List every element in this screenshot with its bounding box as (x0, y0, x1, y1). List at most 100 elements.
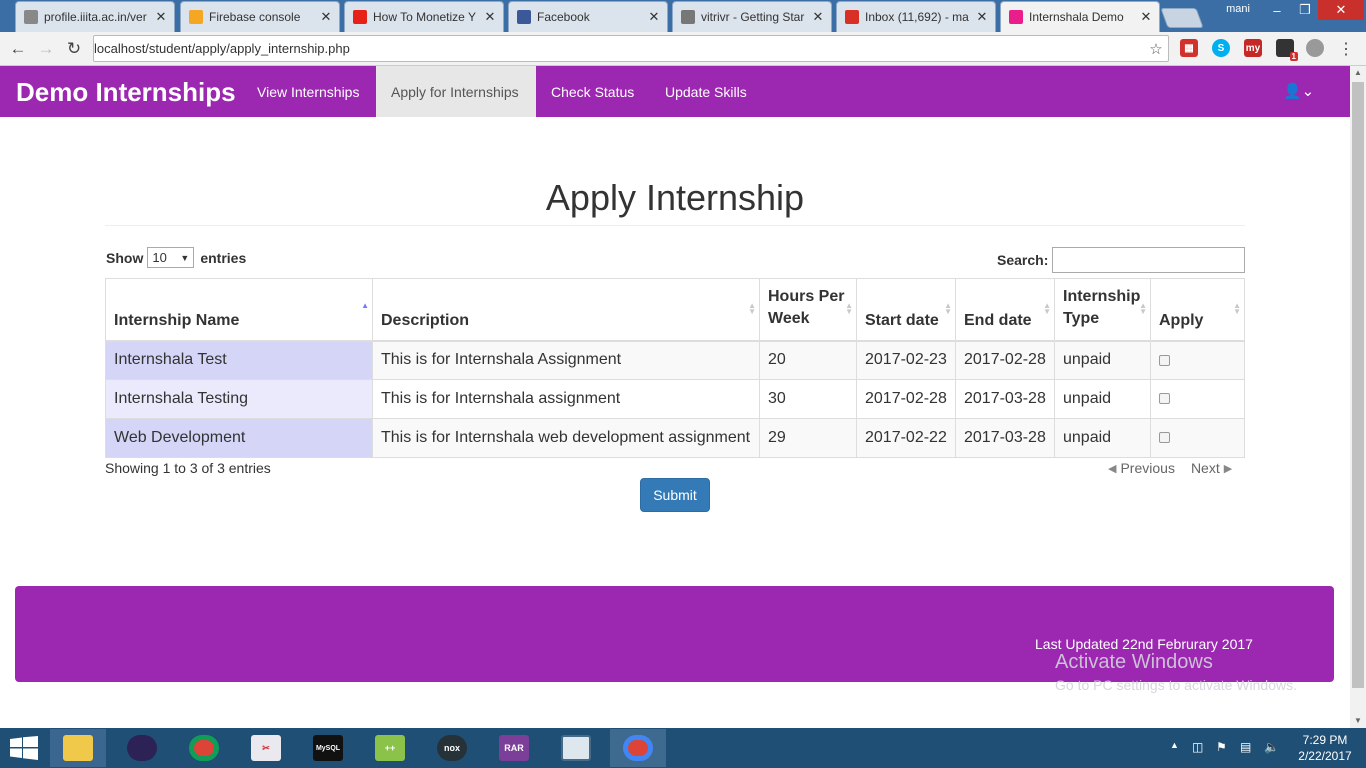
address-url[interactable]: localhost/student/apply/apply_internship… (94, 41, 1144, 56)
nav-update-skills[interactable]: Update Skills (650, 66, 762, 117)
cell-end-date: 2017-03-28 (955, 379, 1055, 419)
apply-checkbox[interactable] (1159, 354, 1170, 366)
taskbar-chrome-active[interactable] (610, 729, 666, 767)
cell-type: unpaid (1054, 379, 1151, 419)
cell-end-date: 2017-03-28 (955, 418, 1055, 458)
restore-window-icon[interactable]: ❐ (1292, 0, 1318, 20)
notepad-icon: ++ (375, 735, 405, 761)
previous-page-link[interactable]: Previous (1120, 460, 1174, 476)
previous-arrow-icon[interactable]: ◀ (1108, 462, 1116, 475)
taskbar-mysql[interactable]: MySQL (300, 729, 356, 767)
search-input[interactable] (1052, 247, 1246, 273)
minimize-window-icon[interactable]: – (1262, 0, 1292, 20)
site-brand[interactable]: Demo Internships (16, 77, 236, 108)
close-tab-icon[interactable]: ✕ (483, 9, 497, 25)
taskbar-snipping-tool[interactable]: ✂ (238, 729, 294, 767)
nav-view-internships[interactable]: View Internships (242, 66, 374, 117)
tray-volume-icon[interactable]: 🔈 (1264, 740, 1279, 754)
browser-tab[interactable]: Firebase console ✕ (180, 1, 340, 32)
nav-check-status[interactable]: Check Status (536, 66, 649, 117)
browser-toolbar: ← → ↻ ⓘ localhost/student/apply/apply_in… (0, 32, 1366, 446)
apply-checkbox[interactable] (1159, 393, 1170, 405)
taskbar-file-explorer[interactable] (50, 729, 106, 767)
sort-both-icon: ▲ ▼ (1043, 301, 1051, 316)
browser-tab[interactable]: vitrivr - Getting Star ✕ (672, 1, 832, 32)
my-extension-icon[interactable]: my (1244, 39, 1262, 57)
entries-length-select[interactable]: 10 ▼ (147, 247, 195, 268)
scrollbar-thumb[interactable] (1352, 82, 1364, 688)
browser-tab[interactable]: profile.iiita.ac.in/ver ✕ (15, 1, 175, 32)
taskbar-notepad-plus[interactable]: ++ (362, 729, 418, 767)
browser-tab-title: Facebook (537, 10, 590, 24)
cell-type: unpaid (1054, 340, 1151, 380)
firebase-icon (189, 10, 203, 24)
back-arrow-icon[interactable]: ← (6, 37, 30, 61)
shield-extension-icon[interactable] (1306, 39, 1324, 57)
bookmark-star-icon[interactable]: ☆ (1144, 40, 1168, 58)
cell-name: Internshala Testing (105, 379, 373, 419)
col-start-date[interactable]: Start date ▲ ▼ (856, 278, 956, 342)
close-tab-icon[interactable]: ✕ (975, 9, 989, 25)
nav-apply-internships[interactable]: Apply for Internships (376, 66, 536, 117)
sort-both-icon: ▲ ▼ (845, 301, 853, 316)
next-arrow-icon[interactable]: ▶ (1224, 462, 1232, 475)
browser-tab[interactable]: Inbox (11,692) - ma ✕ (836, 1, 996, 32)
scroll-down-icon[interactable]: ▼ (1350, 714, 1366, 728)
browser-tab[interactable]: How To Monetize Y ✕ (344, 1, 504, 32)
tray-network-icon[interactable]: ▤ (1240, 740, 1251, 754)
sort-asc-icon: ▲ (361, 301, 369, 310)
menu-dots-icon[interactable]: ⋮ (1334, 37, 1358, 61)
new-tab-button[interactable] (1160, 8, 1204, 28)
apply-checkbox[interactable] (1159, 432, 1170, 444)
browser-tab-title: Firebase console (209, 10, 301, 24)
taskbar-app-window[interactable] (548, 729, 604, 767)
close-tab-icon[interactable]: ✕ (1139, 9, 1153, 25)
activation-watermark: Activate Windows Go to PC settings to ac… (1055, 651, 1297, 693)
cell-start-date: 2017-02-28 (856, 379, 956, 419)
col-internship-name[interactable]: Internship Name ▲ (105, 278, 373, 342)
close-tab-icon[interactable]: ✕ (647, 9, 661, 25)
tray-device-icon[interactable]: ◫ (1192, 740, 1203, 754)
col-apply[interactable]: Apply ▲ ▼ (1150, 278, 1245, 342)
submit-button[interactable]: Submit (640, 478, 710, 512)
page-scrollbar[interactable]: ▲ ▼ (1350, 66, 1366, 728)
browser-tab[interactable]: Internshala Demo ✕ (1000, 1, 1160, 32)
page-title: Apply Internship (545, 177, 805, 218)
browser-tab[interactable]: Facebook ✕ (508, 1, 668, 32)
skype-extension-icon[interactable]: S (1212, 39, 1230, 57)
col-internship-type[interactable]: Internship Type ▲ ▼ (1054, 278, 1151, 342)
taskbar-winrar[interactable]: RAR (486, 729, 542, 767)
taskbar-chrome[interactable] (176, 729, 232, 767)
cell-description: This is for Internshala web development … (372, 418, 760, 458)
close-tab-icon[interactable]: ✕ (811, 9, 825, 25)
extension-badge-icon[interactable]: 1 (1276, 39, 1298, 61)
profile-chip[interactable]: mani (1216, 0, 1260, 18)
next-page-link[interactable]: Next (1191, 460, 1220, 476)
forward-arrow-icon[interactable]: → (34, 37, 58, 61)
col-hours-per-week[interactable]: Hours Per Week ▲ ▼ (759, 278, 857, 342)
scroll-up-icon[interactable]: ▲ (1350, 66, 1366, 80)
tray-flag-icon[interactable]: ⚑ (1216, 740, 1227, 754)
close-tab-icon[interactable]: ✕ (319, 9, 333, 25)
taskbar-eclipse[interactable] (114, 729, 170, 767)
user-menu-icon[interactable]: 👤⌄ (1283, 82, 1314, 100)
internships-table: Internship Name ▲ Description ▲ ▼ Hours Per… (105, 278, 1245, 458)
browser-tab-title: vitrivr - Getting Star (701, 10, 805, 24)
winrar-icon: RAR (499, 735, 529, 761)
close-window-icon[interactable]: ✕ (1318, 0, 1364, 20)
address-bar[interactable]: ⓘ localhost/student/apply/apply_internsh… (93, 35, 1169, 446)
clock-date: 2/22/2017 (1298, 749, 1352, 763)
pdf-extension-icon[interactable]: ▦ (1180, 39, 1198, 57)
cell-type: unpaid (1054, 418, 1151, 458)
taskbar-nox[interactable]: nox (424, 729, 480, 767)
cell-name: Internshala Test (105, 340, 373, 380)
reload-icon[interactable]: ↻ (62, 37, 86, 61)
tray-overflow-icon[interactable]: ▲ (1170, 740, 1179, 750)
taskbar-clock[interactable]: 7:29 PM 2/22/2017 (1290, 732, 1360, 764)
window-app-icon (561, 735, 591, 761)
col-description[interactable]: Description ▲ ▼ (372, 278, 760, 342)
entries-label: entries (200, 249, 247, 266)
windows-start-icon[interactable] (10, 736, 38, 760)
col-end-date[interactable]: End date ▲ ▼ (955, 278, 1055, 342)
close-tab-icon[interactable]: ✕ (154, 9, 168, 25)
